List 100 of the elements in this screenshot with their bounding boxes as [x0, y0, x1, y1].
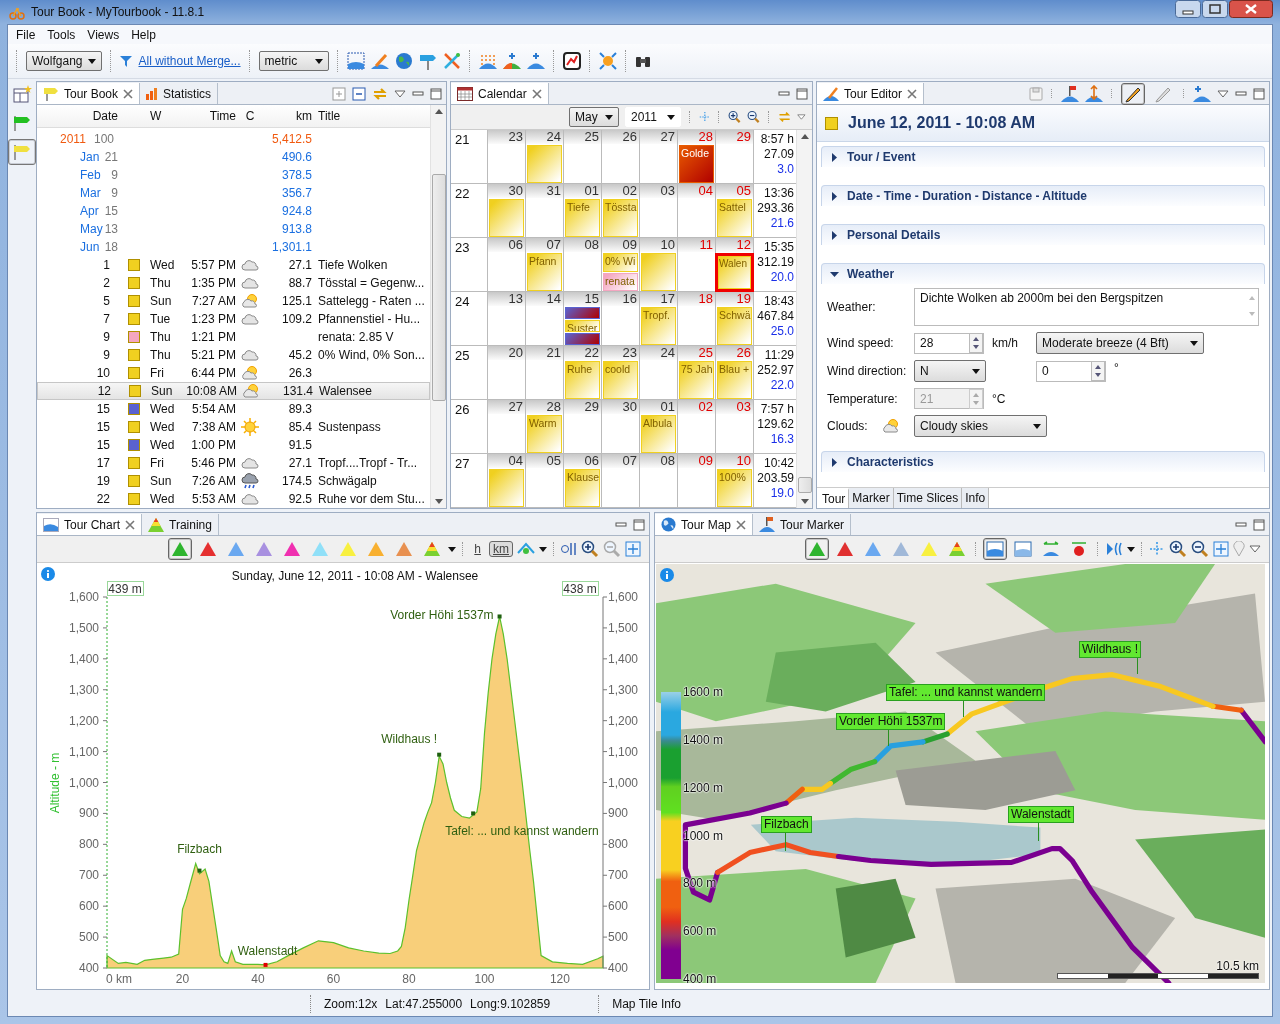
crossed-arrows-icon[interactable] [442, 52, 461, 70]
month-label[interactable]: Feb [80, 168, 112, 182]
mountain-plus-icon[interactable] [1193, 84, 1211, 103]
day-cell[interactable]: 02 Tössta [602, 184, 640, 238]
sync-arrows-icon[interactable] [372, 85, 388, 102]
day-cell[interactable]: 06 [488, 238, 526, 292]
section-header[interactable]: Characteristics [821, 451, 1265, 472]
tab[interactable]: Info [962, 488, 990, 509]
info-icon[interactable] [660, 568, 674, 583]
tour-entry[interactable]: Warm [527, 415, 562, 453]
day-cell[interactable]: 30 [602, 400, 640, 454]
map-tile-info[interactable]: Map Tile Info [612, 997, 681, 1012]
table-row[interactable]: 1 Wed 5:57 PM 27.1 Tiefe Wolken [37, 256, 430, 274]
table-row[interactable]: 15 Wed 7:38 AM 85.4 Sustenpass [37, 418, 430, 436]
weather-text-field[interactable]: Dichte Wolken ab 2000m bei den Bergspitzen [914, 288, 1259, 326]
tour-entry[interactable]: renata [603, 272, 638, 291]
menu-item[interactable]: Help [125, 27, 162, 42]
day-cell[interactable]: 03 [640, 184, 678, 238]
day-cell[interactable]: 07 Pfann [526, 238, 564, 292]
mountain-icon[interactable] [168, 538, 193, 561]
spinner-arrows-icon[interactable] [1091, 361, 1105, 381]
day-cell[interactable]: 19 Schwä [716, 292, 754, 346]
minimize-icon[interactable] [778, 88, 790, 99]
day-cell[interactable]: 08 [640, 454, 678, 508]
zoom-in-icon[interactable] [1169, 540, 1187, 559]
menu-item[interactable]: File [10, 27, 42, 42]
map-view-icon[interactable] [983, 538, 1007, 561]
day-cell[interactable]: 05 [526, 454, 564, 508]
height-arrow-mountain-icon[interactable] [1085, 84, 1103, 103]
tab[interactable]: Tour Editor [817, 83, 925, 104]
maximize-button[interactable] [1202, 0, 1228, 18]
expand-all-icon[interactable] [332, 86, 346, 101]
day-cell[interactable]: 04 [488, 454, 526, 508]
marker-point[interactable] [197, 868, 202, 873]
tab[interactable]: Tour Marker [753, 514, 852, 536]
tour-entry[interactable]: Ruhe [565, 361, 600, 399]
measurement-dropdown[interactable]: metric [258, 51, 329, 71]
scroll-thumb[interactable] [431, 174, 446, 401]
close-icon[interactable] [123, 88, 134, 99]
view-menu-icon[interactable] [394, 89, 406, 98]
day-cell[interactable]: 23 [488, 130, 526, 184]
day-cell[interactable]: 18 [678, 292, 716, 346]
maximize-icon[interactable] [1253, 87, 1265, 100]
day-cell[interactable]: 12 Walen [716, 238, 754, 292]
film-chart-icon[interactable] [562, 52, 581, 70]
section-header[interactable]: Date - Time - Duration - Distance - Altitude [821, 185, 1265, 206]
filter-link[interactable]: All without Merge... [138, 54, 241, 68]
tour-entry[interactable]: Sattel [717, 199, 752, 237]
day-cell[interactable]: 31 [526, 184, 564, 238]
column-header[interactable]: Title [312, 109, 430, 123]
tour-entry[interactable]: Golde [679, 145, 714, 183]
day-cell[interactable]: 09 0% Wi renata [602, 238, 640, 292]
day-cell[interactable]: 28 Warm [526, 400, 564, 454]
column-header[interactable]: Time [184, 109, 236, 123]
unit-toggle[interactable]: h [470, 541, 485, 558]
maximize-icon[interactable] [1253, 518, 1265, 531]
mountain-icon[interactable] [805, 538, 829, 561]
day-cell[interactable]: 16 [602, 292, 640, 346]
tab[interactable]: Time Slices [893, 488, 963, 509]
zoom-out-icon[interactable] [1191, 540, 1209, 559]
tab[interactable]: Tour Map [655, 514, 754, 536]
tab[interactable]: Tour [819, 488, 850, 509]
day-cell[interactable]: 03 [716, 400, 754, 454]
scroll-up-icon[interactable] [434, 109, 443, 114]
day-cell[interactable]: 21 [526, 346, 564, 400]
pencil-icon[interactable] [1121, 82, 1145, 105]
table-row[interactable]: 10 Fri 6:44 PM 26.3 [37, 364, 430, 382]
tour-entry[interactable]: 100% [717, 469, 752, 507]
scroll-up-icon[interactable] [800, 134, 809, 139]
scroll-thumb[interactable] [797, 477, 812, 494]
tour-entry[interactable]: Tropf. [641, 307, 676, 345]
scroll-down-icon[interactable] [434, 499, 443, 505]
table-row[interactable]: 15 Wed 1:00 PM 91.5 [37, 436, 430, 454]
day-cell[interactable]: 27 [640, 130, 678, 184]
info-icon[interactable] [41, 567, 55, 582]
close-button[interactable] [1229, 0, 1273, 18]
table-row[interactable]: 15 Wed 5:54 AM 89.3 [37, 400, 430, 418]
day-cell[interactable]: 04 [678, 184, 716, 238]
day-cell[interactable]: 13 [488, 292, 526, 346]
column-header[interactable]: W [146, 109, 184, 123]
view-menu-icon[interactable] [1249, 545, 1261, 554]
globe-icon[interactable] [394, 52, 413, 70]
month-label[interactable]: May [80, 222, 105, 236]
flag-mountain-icon[interactable] [1061, 84, 1079, 103]
menu-item[interactable]: Tools [41, 27, 82, 42]
mountain-plus-icon[interactable] [502, 52, 521, 70]
month-label[interactable]: Apr [80, 204, 105, 218]
wind-force-dropdown[interactable]: Moderate breeze (4 Bft) [1036, 332, 1204, 354]
month-label[interactable]: Jan [80, 150, 105, 164]
spinner-arrows-icon[interactable] [969, 333, 983, 353]
minimize-icon[interactable] [1235, 88, 1247, 99]
tab[interactable]: Marker [849, 488, 894, 509]
wind-degrees-spinner[interactable]: 0 [1036, 360, 1106, 382]
edit-mountain-icon[interactable] [370, 52, 389, 70]
signpost-icon[interactable] [418, 52, 437, 70]
tab[interactable]: Training [142, 514, 219, 536]
day-cell[interactable]: 01 Albula [640, 400, 678, 454]
clouds-dropdown[interactable]: Cloudy skies [914, 415, 1047, 437]
maximize-icon[interactable] [430, 87, 442, 100]
slider-icon[interactable] [561, 542, 577, 557]
